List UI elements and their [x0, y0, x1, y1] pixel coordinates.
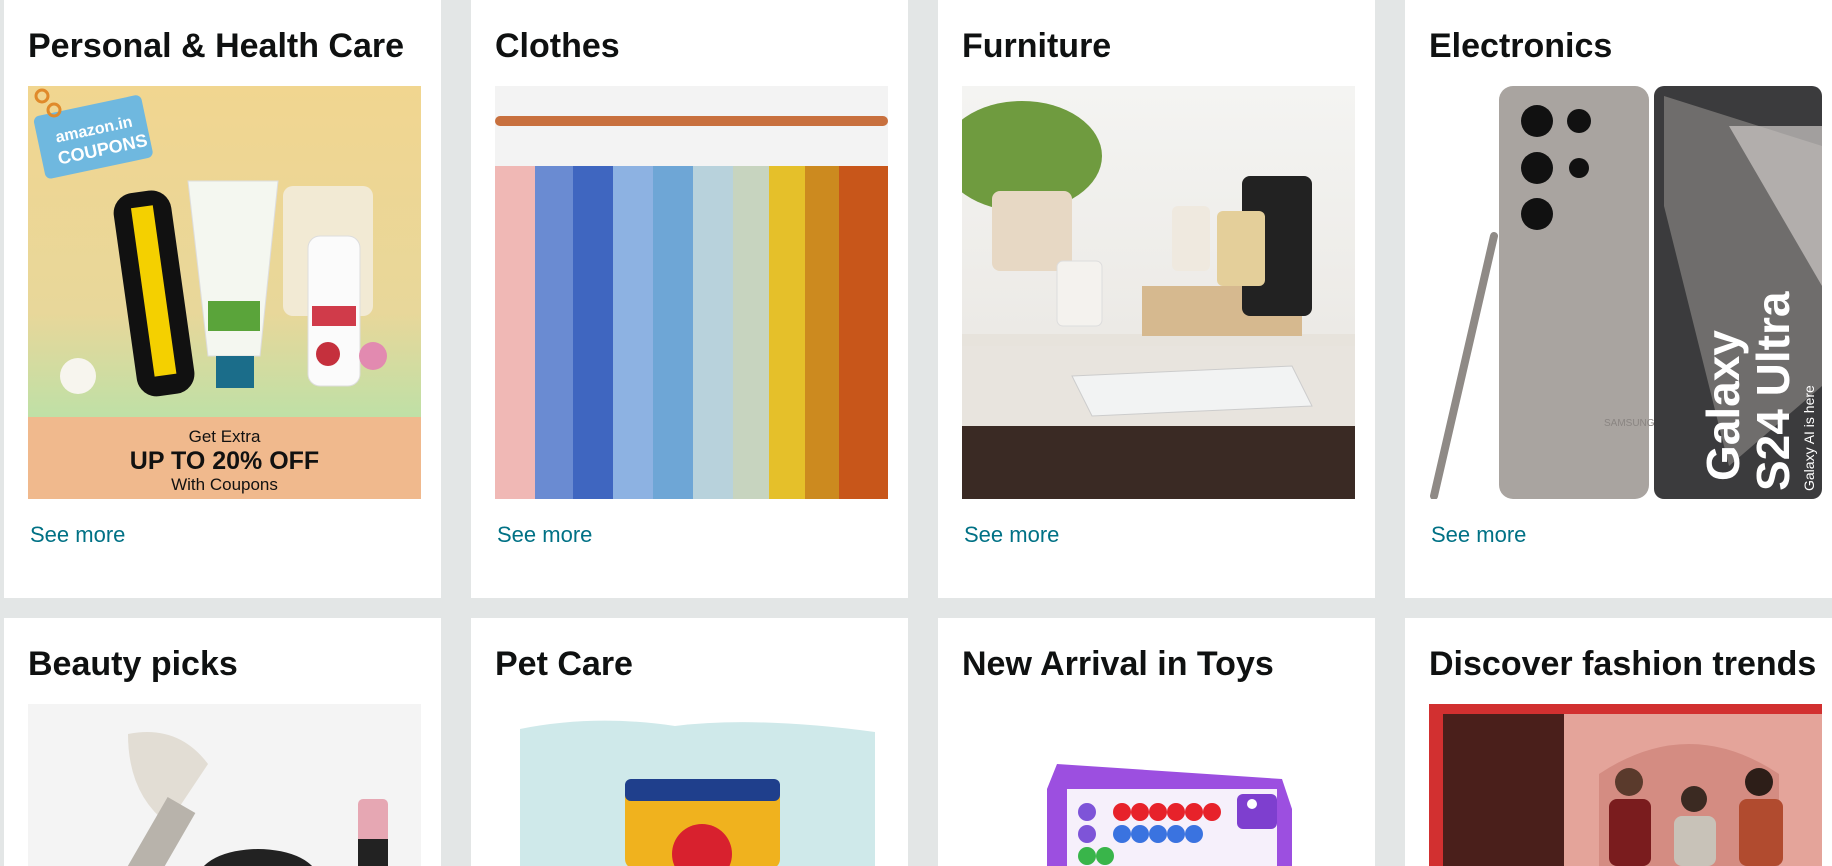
coupon-line2: UP TO 20% OFF [129, 447, 320, 475]
clothes-rack-image[interactable] [495, 86, 888, 499]
personal-care-coupon-image[interactable]: amazon.in COUPONS Get Extra UP TO 20% OF… [28, 86, 421, 499]
pen-holder-icon [1056, 260, 1103, 327]
card-title: Furniture [962, 27, 1112, 65]
samsung-logo: SAMSUNG [1604, 418, 1655, 429]
coupon-offer-banner: Get Extra UP TO 20% OFF With Coupons [28, 417, 421, 499]
see-more-link[interactable]: See more [1431, 522, 1526, 548]
makeup-brush-icon [122, 732, 208, 866]
card-beauty-picks: Beauty picks [4, 618, 441, 866]
galaxy-phone-image[interactable]: Galaxy S24 Ultra Galaxy AI is here SAMSU… [1429, 86, 1822, 499]
phone-back-icon [1499, 86, 1649, 499]
kajal-product-icon [113, 190, 195, 397]
card-clothes: Clothes See more [471, 0, 908, 598]
galaxy-text: Galaxy [1697, 330, 1749, 481]
card-fashion-trends: Discover fashion trends [1405, 618, 1832, 866]
jar-icon [1172, 206, 1210, 271]
jar-icon [1217, 211, 1265, 286]
card-title: Beauty picks [28, 645, 238, 683]
card-pet-care: Pet Care [471, 618, 908, 866]
coupon-tag-icon: amazon.in COUPONS [33, 88, 153, 179]
clothes-rail [495, 116, 888, 126]
see-more-link[interactable]: See more [964, 522, 1059, 548]
toys-image[interactable] [962, 704, 1355, 866]
stylus-icon [1430, 232, 1498, 499]
fashion-trends-image[interactable] [1429, 704, 1822, 866]
clothes-shirts-icon [495, 166, 888, 499]
coupon-line1: Get Extra [188, 427, 261, 446]
card-title: Clothes [495, 27, 620, 65]
pet-care-image[interactable] [495, 704, 888, 866]
sphere-decoration [60, 358, 96, 394]
see-more-link[interactable]: See more [497, 522, 592, 548]
card-title: Personal & Health Care [28, 27, 405, 65]
card-toys: New Arrival in Toys [938, 618, 1375, 866]
card-furniture: Furniture See more [938, 0, 1375, 598]
card-title: New Arrival in Toys [962, 645, 1274, 683]
abacus-toy-icon [1047, 764, 1292, 866]
plant-icon [962, 101, 1102, 271]
card-personal-health-care: Personal & Health Care amazon.in COUPONS [4, 0, 441, 598]
card-title: Electronics [1429, 27, 1613, 65]
face-wash-product-icon [187, 180, 279, 388]
compact-icon [203, 849, 313, 866]
furniture-desk-image[interactable] [962, 86, 1355, 499]
desk-shadow [962, 426, 1355, 499]
beauty-picks-image[interactable] [28, 704, 421, 866]
card-title: Pet Care [495, 645, 633, 683]
galaxy-ai-text: Galaxy AI is here [1801, 385, 1817, 491]
card-title: Discover fashion trends [1429, 645, 1817, 683]
see-more-link[interactable]: See more [30, 522, 125, 548]
s24-ultra-text: S24 Ultra [1747, 291, 1799, 491]
coupon-line3: With Coupons [171, 475, 278, 494]
flower-decoration [359, 342, 387, 370]
card-electronics: Electronics Galaxy S24 Ultra Galaxy AI i… [1405, 0, 1832, 598]
